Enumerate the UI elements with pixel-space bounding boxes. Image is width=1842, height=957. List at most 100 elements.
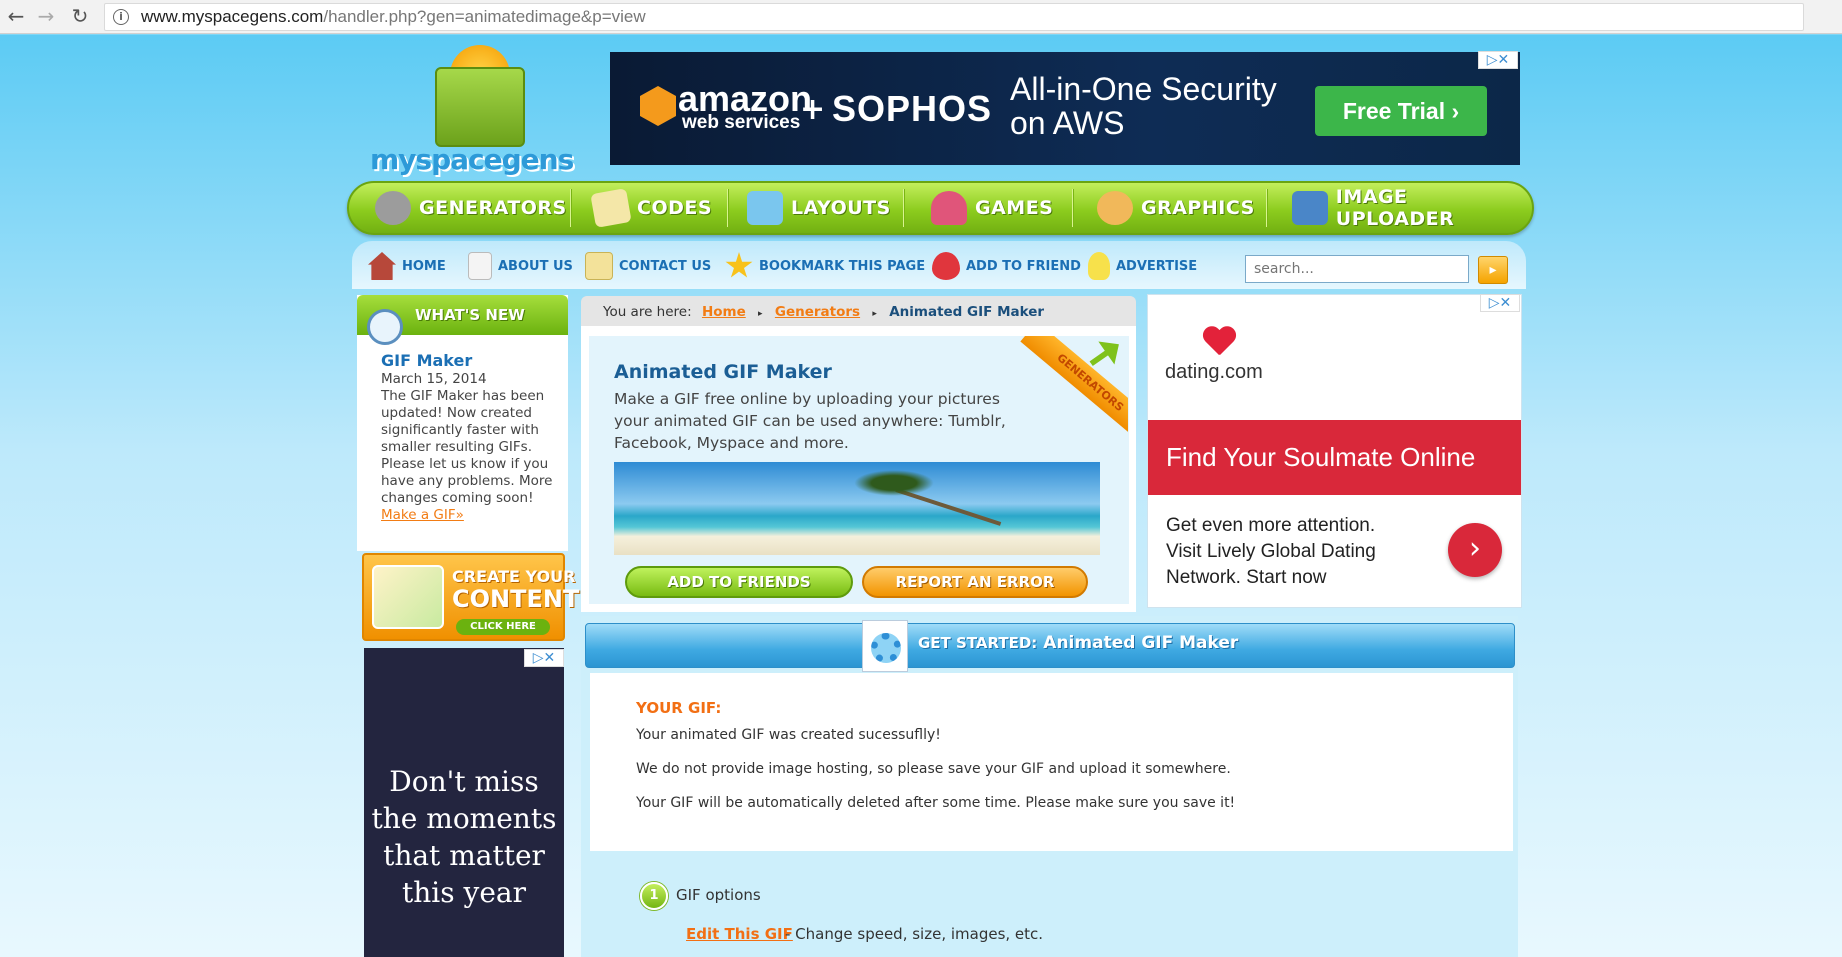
ad-body-text: Get even more attention. Visit Lively Gl… <box>1166 515 1376 588</box>
star-plus-icon <box>725 252 753 278</box>
back-arrow-icon[interactable]: ← <box>4 4 28 28</box>
breadcrumb-separator-icon: ▸ <box>758 309 763 319</box>
logo-box-icon <box>435 67 525 147</box>
menu-layouts[interactable]: LAYOUTS <box>747 183 891 233</box>
nav-home[interactable]: HOME <box>368 251 446 281</box>
adchoices-icon[interactable]: ▷✕ <box>1478 51 1518 69</box>
result-message-success: Your animated GIF was created sucessufll… <box>636 727 941 743</box>
menu-divider <box>903 189 905 227</box>
edit-gif-link[interactable]: Edit This GIF <box>686 925 793 943</box>
nav-bookmark[interactable]: BOOKMARK THIS PAGE <box>725 251 925 281</box>
breadcrumb: You are here: Home ▸ Generators ▸ Animat… <box>581 296 1136 326</box>
breadcrumb-separator-icon: ▸ <box>872 309 877 319</box>
left-sidebar-ad[interactable]: Don't miss the moments that matter this … <box>364 648 564 957</box>
nav-contact[interactable]: CONTACT US <box>585 251 711 281</box>
page-title: Animated GIF Maker <box>614 361 832 383</box>
breadcrumb-generators-link[interactable]: Generators <box>775 304 860 320</box>
heart-logo-icon <box>1202 327 1236 357</box>
whats-new-panel: WHAT'S NEW GIF Maker March 15, 2014 The … <box>357 295 568 551</box>
create-content-banner[interactable]: CREATE YOUR CONTENT CLICK HERE <box>362 553 579 641</box>
chevron-right-icon[interactable]: › <box>1448 523 1502 577</box>
drawing-tools-icon <box>372 565 444 629</box>
joystick-icon <box>931 191 967 225</box>
beach-banner-image <box>614 462 1100 555</box>
adchoices-icon[interactable]: ▷✕ <box>1480 294 1520 312</box>
step-number-badge: 1 <box>640 882 668 910</box>
whats-new-body: GIF Maker March 15, 2014 The GIF Maker h… <box>381 351 561 524</box>
dating-logo: dating.com <box>1165 361 1263 383</box>
breadcrumb-prefix: You are here: <box>603 304 692 320</box>
forward-arrow-icon[interactable]: → <box>34 4 58 28</box>
layout-chart-icon <box>747 191 783 225</box>
menu-graphics-label: GRAPHICS <box>1141 197 1255 219</box>
left-ad-message: Don't miss the moments that matter this … <box>371 765 557 909</box>
nav-bookmark-label: BOOKMARK THIS PAGE <box>759 258 926 274</box>
logo-text: myspacegens <box>370 143 574 176</box>
free-trial-button[interactable]: Free Trial › <box>1315 86 1487 136</box>
ad-brand-amazon-sub: web services <box>682 112 801 133</box>
nav-home-label: HOME <box>402 258 446 274</box>
click-here-button[interactable]: CLICK HERE <box>456 619 550 635</box>
ad-plus: + <box>800 92 826 127</box>
create-content-line2: CONTENT <box>452 585 580 613</box>
menu-generators[interactable]: GENERATORS <box>375 183 567 233</box>
menu-graphics[interactable]: GRAPHICS <box>1097 183 1255 233</box>
get-started-title: GET STARTED: Animated GIF Maker <box>918 633 1238 653</box>
breadcrumb-home-link[interactable]: Home <box>702 304 746 320</box>
nav-advertise[interactable]: ADVERTISE <box>1088 251 1197 281</box>
result-message-expiry: Your GIF will be automatically deleted a… <box>636 795 1236 811</box>
site-info-icon[interactable]: i <box>113 9 129 25</box>
heart-plus-icon <box>932 252 960 280</box>
result-message-hosting: We do not provide image hosting, so plea… <box>636 761 1231 777</box>
nav-about-label: ABOUT US <box>498 258 573 274</box>
url-host: www.myspacegens.com <box>141 7 324 26</box>
home-icon <box>368 252 396 280</box>
generators-corner-tag: GENERATORS <box>1000 336 1128 438</box>
gear-shape <box>871 633 901 663</box>
create-content-text: CREATE YOUR CONTENT <box>452 567 579 611</box>
main-menu: GENERATORS CODES LAYOUTS GAMES GRAPHICS … <box>347 181 1534 235</box>
get-started-tool-name: Animated GIF Maker <box>1043 633 1239 653</box>
menu-codes[interactable]: CODES <box>590 183 713 233</box>
news-item-title[interactable]: GIF Maker <box>381 351 561 371</box>
palette-icon <box>1097 191 1133 225</box>
gear-icon <box>375 191 411 225</box>
address-bar[interactable]: i www.myspacegens.com/handler.php?gen=an… <box>104 3 1804 31</box>
add-to-friends-button[interactable]: ADD TO FRIENDS <box>625 566 853 598</box>
nav-contact-label: CONTACT US <box>619 258 712 274</box>
palm-tree-icon <box>854 470 934 496</box>
news-item-text: The GIF Maker has been updated! Now crea… <box>381 388 553 506</box>
lightbulb-icon <box>1088 252 1110 280</box>
nav-advertise-label: ADVERTISE <box>1116 258 1198 274</box>
reload-icon[interactable]: ↻ <box>68 4 92 28</box>
nav-about[interactable]: ABOUT US <box>468 251 573 281</box>
search-input[interactable] <box>1245 255 1469 283</box>
nav-add-friend[interactable]: ADD TO FRIEND <box>932 251 1081 281</box>
report-error-button[interactable]: REPORT AN ERROR <box>862 566 1088 598</box>
paperclip-icon <box>367 309 403 345</box>
menu-games[interactable]: GAMES <box>931 183 1053 233</box>
search-button[interactable]: ▸ <box>1478 256 1508 284</box>
menu-divider <box>1266 189 1268 227</box>
your-gif-label: YOUR GIF: <box>636 699 722 717</box>
menu-image-uploader[interactable]: IMAGE UPLOADER <box>1292 183 1532 233</box>
ad-banner-headline: Find Your Soulmate Online <box>1148 420 1521 495</box>
menu-divider <box>727 189 729 227</box>
edit-gif-description: - Change speed, size, images, etc. <box>785 925 1044 943</box>
make-a-gif-link[interactable]: Make a GIF» <box>381 507 561 524</box>
page-description: Make a GIF free online by uploading your… <box>614 390 1006 452</box>
ad-brand-amazon: amazon web services <box>678 81 812 133</box>
gear-icon <box>862 620 908 672</box>
site-logo[interactable]: myspacegens <box>370 45 600 185</box>
adchoices-icon[interactable]: ▷✕ <box>524 649 564 667</box>
ad-headline-line1: All-in-One Security <box>1010 71 1277 107</box>
news-item-date: March 15, 2014 <box>381 371 487 387</box>
menu-games-label: GAMES <box>975 197 1054 219</box>
right-sidebar-ad[interactable]: dating.com Find Your Soulmate Online Get… <box>1147 294 1522 608</box>
get-started-label: GET STARTED: <box>918 634 1038 652</box>
ad-headline: All-in-One Security on AWS <box>1010 72 1277 140</box>
menu-codes-label: CODES <box>637 197 713 219</box>
top-banner-ad[interactable]: amazon web services + SOPHOS All-in-One S… <box>610 52 1520 165</box>
menu-generators-label: GENERATORS <box>419 197 567 219</box>
url-text[interactable]: www.myspacegens.com/handler.php?gen=anim… <box>141 7 646 27</box>
